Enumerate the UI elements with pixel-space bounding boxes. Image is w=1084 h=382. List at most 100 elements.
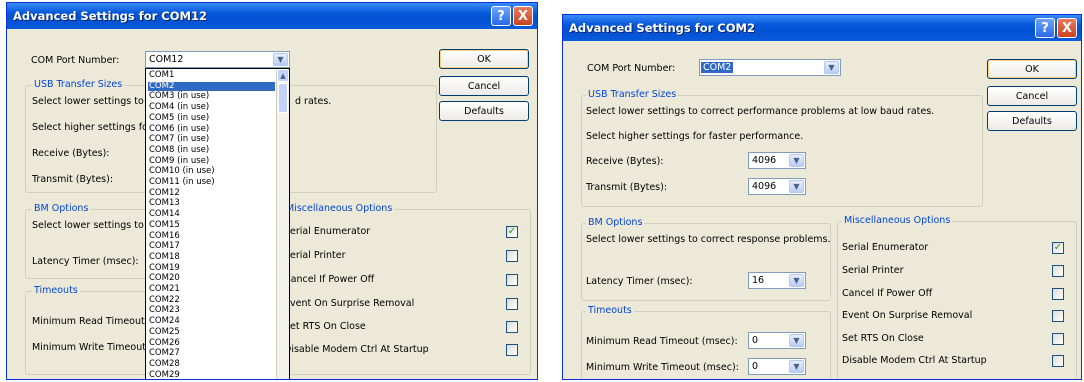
misc-option-checkbox[interactable] xyxy=(506,274,518,286)
usb-transfer-sizes-title: USB Transfer Sizes xyxy=(32,79,125,90)
misc-option-label: Serial Enumerator xyxy=(284,226,371,237)
bm-options-title: BM Options xyxy=(586,217,645,228)
window-title: Advanced Settings for COM2 xyxy=(569,21,755,35)
dropdown-option[interactable]: COM1 xyxy=(148,71,275,80)
misc-option-label: Disable Modem Ctrl At Startup xyxy=(284,344,429,355)
dropdown-option[interactable]: COM5 (in use) xyxy=(148,113,275,123)
misc-option-checkbox[interactable] xyxy=(1052,288,1064,300)
chevron-down-icon[interactable]: ▼ xyxy=(789,274,804,287)
chevron-down-icon[interactable]: ▼ xyxy=(273,53,288,66)
com-port-select[interactable]: COM2 ▼ xyxy=(699,59,841,76)
dropdown-option[interactable]: COM25 xyxy=(148,327,275,337)
dropdown-option[interactable]: COM4 (in use) xyxy=(148,103,275,112)
window-title: Advanced Settings for COM12 xyxy=(13,9,207,23)
min-write-timeout-value: 0 xyxy=(752,361,759,372)
defaults-button[interactable]: Defaults xyxy=(439,101,529,121)
misc-option-checkbox[interactable] xyxy=(1052,355,1064,367)
close-icon[interactable]: X xyxy=(513,6,533,26)
scrollbar-thumb[interactable] xyxy=(278,83,288,113)
min-write-timeout-select[interactable]: 0 ▼ xyxy=(748,358,806,375)
dropdown-option[interactable]: COM22 xyxy=(148,295,275,305)
dropdown-option[interactable]: COM14 xyxy=(148,210,275,219)
misc-option-checkbox[interactable] xyxy=(1052,333,1064,345)
transmit-label: Transmit (Bytes): xyxy=(586,182,668,193)
chevron-down-icon[interactable]: ▼ xyxy=(824,61,839,74)
dropdown-option[interactable]: COM3 (in use) xyxy=(148,92,275,101)
dropdown-option[interactable]: COM20 xyxy=(148,274,275,283)
misc-option-checkbox[interactable] xyxy=(1052,310,1064,322)
misc-option-label: Event On Surprise Removal xyxy=(842,310,973,321)
misc-options-group: Miscellaneous Options Serial Enumerator … xyxy=(837,215,1077,379)
usb-lower-text: Select lower settings to correct perform… xyxy=(586,106,935,117)
ok-button[interactable]: OK xyxy=(439,49,529,69)
dropdown-option[interactable]: COM13 xyxy=(148,199,275,208)
dropdown-option[interactable]: COM9 (in use) xyxy=(148,156,275,166)
dropdown-option[interactable]: COM6 (in use) xyxy=(148,124,275,134)
transmit-select[interactable]: 4096 ▼ xyxy=(748,178,806,195)
misc-option-checkbox[interactable] xyxy=(506,344,518,356)
dropdown-option[interactable]: COM18 xyxy=(148,252,275,262)
misc-option-checkbox[interactable]: ✓ xyxy=(506,226,518,238)
defaults-button[interactable]: Defaults xyxy=(987,111,1077,131)
scroll-up-icon[interactable]: ▲ xyxy=(277,69,289,82)
chevron-down-icon[interactable]: ▼ xyxy=(789,180,804,193)
chevron-down-icon[interactable]: ▼ xyxy=(789,360,804,373)
dropdown-option[interactable]: COM29 xyxy=(148,370,275,379)
misc-option-checkbox[interactable] xyxy=(506,250,518,262)
dropdown-option[interactable]: COM11 (in use) xyxy=(148,178,275,187)
com-port-value: COM2 xyxy=(701,62,734,73)
latency-select[interactable]: 16 ▼ xyxy=(748,272,806,289)
usb-lower-text-tail: d rates. xyxy=(295,96,332,107)
misc-options-title: Miscellaneous Options xyxy=(842,215,953,226)
cancel-button[interactable]: Cancel xyxy=(439,76,529,96)
dropdown-option[interactable]: COM16 xyxy=(148,231,275,241)
min-read-timeout-label: Minimum Read Timeout (msec): xyxy=(586,336,738,347)
dropdown-option[interactable]: COM28 xyxy=(148,359,275,369)
receive-select[interactable]: 4096 ▼ xyxy=(748,152,806,169)
cancel-button[interactable]: Cancel xyxy=(987,86,1077,106)
chevron-down-icon[interactable]: ▼ xyxy=(789,154,804,167)
dropdown-option[interactable]: COM8 (in use) xyxy=(148,145,275,155)
dropdown-option[interactable]: COM10 (in use) xyxy=(148,167,275,176)
advanced-settings-window-com12: Advanced Settings for COM12 ? X COM Port… xyxy=(6,2,538,380)
latency-label: Latency Timer (msec): xyxy=(586,276,693,287)
dropdown-option[interactable]: COM21 xyxy=(148,285,275,294)
title-bar[interactable]: Advanced Settings for COM2 ? X xyxy=(563,15,1081,41)
latency-label: Latency Timer (msec): xyxy=(32,256,139,267)
dropdown-option[interactable]: COM2 xyxy=(148,81,275,91)
check-icon: ✓ xyxy=(507,226,517,237)
misc-options-title: Miscellaneous Options xyxy=(284,203,395,214)
dropdown-option[interactable]: COM7 (in use) xyxy=(148,135,275,144)
com-port-label: COM Port Number: xyxy=(587,63,676,74)
dropdown-option[interactable]: COM26 xyxy=(148,338,275,348)
com-port-label: COM Port Number: xyxy=(31,55,120,66)
misc-option-checkbox[interactable] xyxy=(506,321,518,333)
dropdown-option[interactable]: COM17 xyxy=(148,242,275,251)
misc-options-group: Miscellaneous Options Serial Enumerator … xyxy=(279,203,531,375)
misc-option-checkbox[interactable] xyxy=(506,298,518,310)
dropdown-option[interactable]: COM24 xyxy=(148,317,275,326)
dropdown-option[interactable]: COM12 xyxy=(148,188,275,198)
usb-transfer-sizes-group: USB Transfer Sizes Select lower settings… xyxy=(581,89,983,207)
dropdown-option[interactable]: COM15 xyxy=(148,220,275,230)
min-read-timeout-select[interactable]: 0 ▼ xyxy=(748,332,806,349)
title-bar[interactable]: Advanced Settings for COM12 ? X xyxy=(7,3,537,29)
dropdown-option[interactable]: COM23 xyxy=(148,306,275,315)
receive-label: Receive (Bytes): xyxy=(32,148,110,159)
com-port-select[interactable]: COM12 ▼ xyxy=(145,51,290,68)
receive-label: Receive (Bytes): xyxy=(586,156,664,167)
misc-option-label: Cancel If Power Off xyxy=(842,288,933,299)
close-icon[interactable]: X xyxy=(1057,18,1077,38)
dropdown-scrollbar[interactable]: ▲ xyxy=(276,69,289,379)
dropdown-option[interactable]: COM27 xyxy=(148,349,275,358)
misc-option-checkbox[interactable] xyxy=(1052,265,1064,277)
latency-value: 16 xyxy=(752,275,765,286)
ok-button[interactable]: OK xyxy=(987,59,1077,79)
com-port-dropdown-list[interactable]: COM1 COM2 COM3 (in use) COM4 (in use) COM5 (… xyxy=(145,68,290,379)
min-read-timeout-value: 0 xyxy=(752,335,759,346)
misc-option-checkbox[interactable]: ✓ xyxy=(1052,242,1064,254)
chevron-down-icon[interactable]: ▼ xyxy=(789,334,804,347)
dropdown-option[interactable]: COM19 xyxy=(148,263,275,273)
help-icon[interactable]: ? xyxy=(491,6,511,26)
help-icon[interactable]: ? xyxy=(1035,18,1055,38)
